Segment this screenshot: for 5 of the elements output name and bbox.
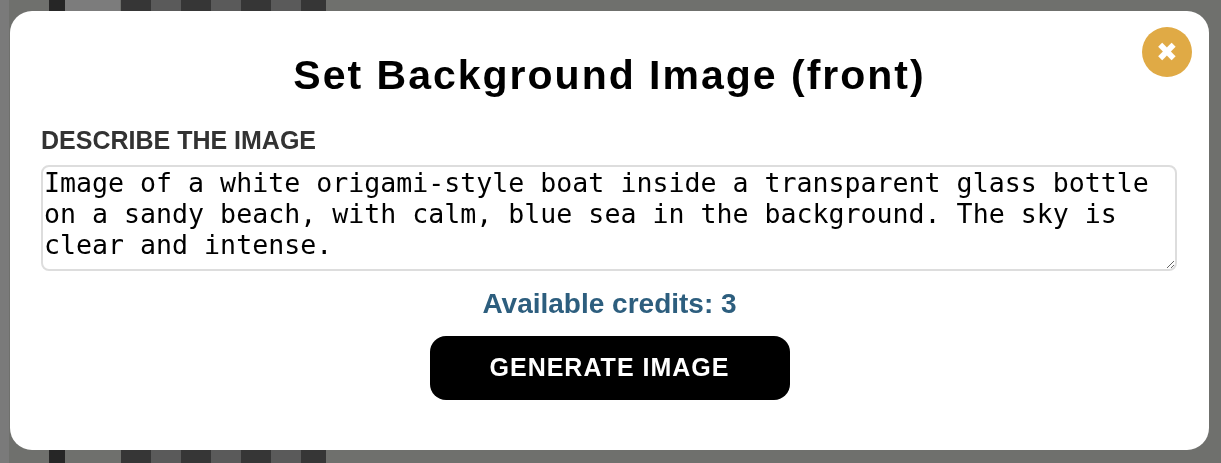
description-field[interactable]: Image of a white origami-style boat inside a transparent glass bottle on a sandy beach, with calm, blue sea in the background. The sky is clear and intense. bbox=[41, 165, 1177, 271]
generate-image-button[interactable]: GENERATE IMAGE bbox=[429, 336, 790, 400]
credits-text: Available credits: 3 bbox=[482, 287, 737, 321]
dialog-title: Set Background Image (front) bbox=[293, 51, 926, 100]
field-label: DESCRIBE THE IMAGE bbox=[41, 125, 318, 155]
